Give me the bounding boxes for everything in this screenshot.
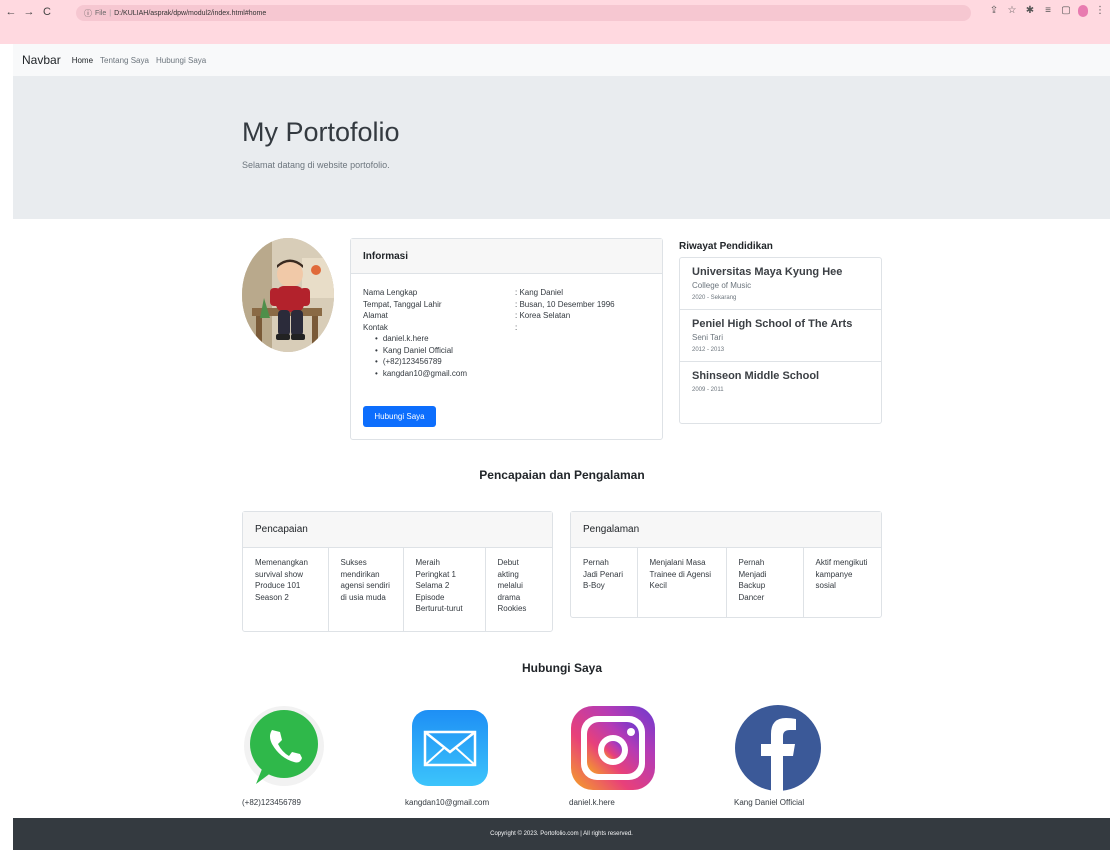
school-name: Peniel High School of The Arts: [692, 318, 853, 330]
info-row-address: Alamat : Korea Selatan: [363, 311, 653, 323]
profile-photo-illustration: [242, 238, 334, 352]
info-card-body: Nama Lengkap : Kang Daniel Tempat, Tangg…: [363, 288, 653, 380]
achievement-cell: Meraih Peringkat 1 Selama 2 Episode Bert…: [403, 548, 486, 632]
whatsapp-label: (+82)123456789: [242, 798, 301, 807]
info-icon[interactable]: ⓘ: [84, 8, 92, 19]
contact-item: Kang Daniel Official: [375, 346, 653, 358]
mail-icon[interactable]: [407, 704, 497, 792]
nav-hubungi-saya[interactable]: Hubungi Saya: [156, 56, 206, 65]
experience-table: Pernah Jadi Penari B-Boy Menjalani Masa …: [571, 548, 881, 618]
achievements-card-header: Pencapaian: [243, 512, 552, 548]
mail-label: kangdan10@gmail.com: [405, 798, 490, 807]
contact-item: (+82)123456789: [375, 357, 653, 369]
education-title: Riwayat Pendidikan: [679, 241, 773, 252]
address-bar[interactable]: ⓘ File | D:/KULIAH/asprak/dpw/modul2/ind…: [76, 5, 971, 21]
url-separator: |: [109, 9, 112, 17]
hubungi-saya-button[interactable]: Hubungi Saya: [363, 406, 436, 427]
school-name: Universitas Maya Kyung Hee: [692, 266, 843, 278]
share-icon[interactable]: ⇪: [988, 5, 1000, 17]
navbar-brand[interactable]: Navbar: [22, 53, 61, 67]
info-row-contact: Kontak :: [363, 323, 653, 335]
profile-avatar-icon[interactable]: [1078, 5, 1088, 17]
school-years: 2012 - 2013: [692, 347, 725, 353]
whatsapp-icon[interactable]: [242, 704, 332, 792]
mail-link[interactable]: [407, 704, 497, 792]
info-key: Tempat, Tanggal Lahir: [363, 299, 442, 309]
contact-list: daniel.k.here Kang Daniel Official (+82)…: [375, 334, 653, 380]
experience-card: Pengalaman Pernah Jadi Penari B-Boy Menj…: [570, 511, 882, 618]
extensions-icon[interactable]: ✱: [1024, 5, 1036, 17]
experience-cell: Menjalani Masa Trainee di Agensi Kecil: [637, 548, 727, 618]
contact-section-title: Hubungi Saya: [521, 661, 602, 675]
info-key: Kontak: [363, 322, 388, 332]
experience-cell: Pernah Jadi Penari B-Boy: [571, 548, 638, 618]
info-key: Nama Lengkap: [363, 288, 418, 297]
url-text: D:/KULIAH/asprak/dpw/modul2/index.html#h…: [114, 9, 267, 17]
page-margin: [0, 44, 13, 850]
education-list: Universitas Maya Kyung Hee College of Mu…: [679, 257, 882, 424]
nav-tentang-saya[interactable]: Tentang Saya: [100, 56, 149, 65]
instagram-label: daniel.k.here: [569, 798, 615, 807]
forward-icon[interactable]: →: [22, 5, 36, 19]
instagram-link[interactable]: [569, 704, 659, 792]
info-key: Alamat: [363, 311, 388, 320]
table-row: Pernah Jadi Penari B-Boy Menjalani Masa …: [571, 548, 881, 618]
hero-jumbotron: My Portofolio Selamat datang di website …: [13, 77, 1110, 219]
achievements-section-title: Pencapaian dan Pengalaman: [479, 468, 645, 482]
back-icon[interactable]: ←: [4, 5, 18, 19]
reading-list-icon[interactable]: ≡: [1042, 5, 1054, 17]
info-row-birth: Tempat, Tanggal Lahir : Busan, 10 Desemb…: [363, 300, 653, 312]
hero-title: My Portofolio: [242, 117, 400, 147]
instagram-icon[interactable]: [569, 704, 659, 792]
browser-actions: ⇪ ☆ ✱ ≡ ▢ ⋮: [988, 5, 1106, 17]
profile-photo: [242, 238, 334, 352]
school-name: Shinseon Middle School: [692, 370, 820, 382]
education-item: Shinseon Middle School 2009 - 2011: [680, 362, 881, 401]
contact-item: daniel.k.here: [375, 334, 653, 346]
reload-icon[interactable]: C: [40, 5, 54, 19]
experience-card-header: Pengalaman: [571, 512, 881, 548]
achievement-cell: Memenangkan survival show Produce 101 Se…: [243, 548, 329, 632]
info-value: : Korea Selatan: [515, 311, 571, 320]
info-card-header: Informasi: [351, 239, 662, 274]
info-row-name: Nama Lengkap : Kang Daniel: [363, 288, 653, 300]
facebook-link[interactable]: [734, 704, 824, 792]
footer-copyright: Copyright © 2023. Portofolio.com | All r…: [490, 831, 633, 837]
whatsapp-link[interactable]: [242, 704, 332, 792]
achievements-table: Memenangkan survival show Produce 101 Se…: [243, 548, 552, 632]
footer: Copyright © 2023. Portofolio.com | All r…: [13, 818, 1110, 850]
info-value: : Busan, 10 Desember 1996: [515, 299, 615, 309]
school-years: 2020 - Sekarang: [692, 295, 737, 301]
achievements-card: Pencapaian Memenangkan survival show Pro…: [242, 511, 553, 632]
school-major: Seni Tari: [692, 333, 723, 342]
achievement-cell: Sukses mendirikan agensi sendiri di usia…: [328, 548, 404, 632]
hero-subtitle: Selamat datang di website portofolio.: [242, 160, 390, 170]
facebook-icon[interactable]: [734, 704, 824, 792]
navbar: Navbar Home Tentang Saya Hubungi Saya: [13, 44, 1110, 77]
side-panel-icon[interactable]: ▢: [1060, 5, 1072, 17]
info-card: Informasi Nama Lengkap : Kang Daniel Tem…: [350, 238, 663, 440]
url-prefix: File: [95, 9, 107, 17]
school-years: 2009 - 2011: [692, 387, 724, 393]
experience-cell: Pernah Menjadi Backup Dancer: [726, 548, 804, 618]
browser-chrome: ← → C ⓘ File | D:/KULIAH/asprak/dpw/modu…: [0, 0, 1110, 44]
info-value: : Kang Daniel: [515, 288, 564, 297]
table-row: Memenangkan survival show Produce 101 Se…: [243, 548, 552, 632]
bookmark-star-icon[interactable]: ☆: [1006, 5, 1018, 17]
achievement-cell: Debut akting melalui drama Rookies: [497, 558, 527, 613]
education-item: Peniel High School of The Arts Seni Tari…: [680, 310, 881, 362]
facebook-label: Kang Daniel Official: [734, 798, 805, 807]
contact-item: kangdan10@gmail.com: [375, 369, 653, 381]
school-major: College of Music: [692, 281, 752, 290]
experience-cell: Aktif mengikuti kampanye sosial: [815, 558, 868, 590]
info-value: :: [515, 322, 518, 332]
education-item: Universitas Maya Kyung Hee College of Mu…: [680, 258, 881, 310]
nav-home[interactable]: Home: [72, 56, 93, 65]
menu-icon[interactable]: ⋮: [1094, 5, 1106, 17]
